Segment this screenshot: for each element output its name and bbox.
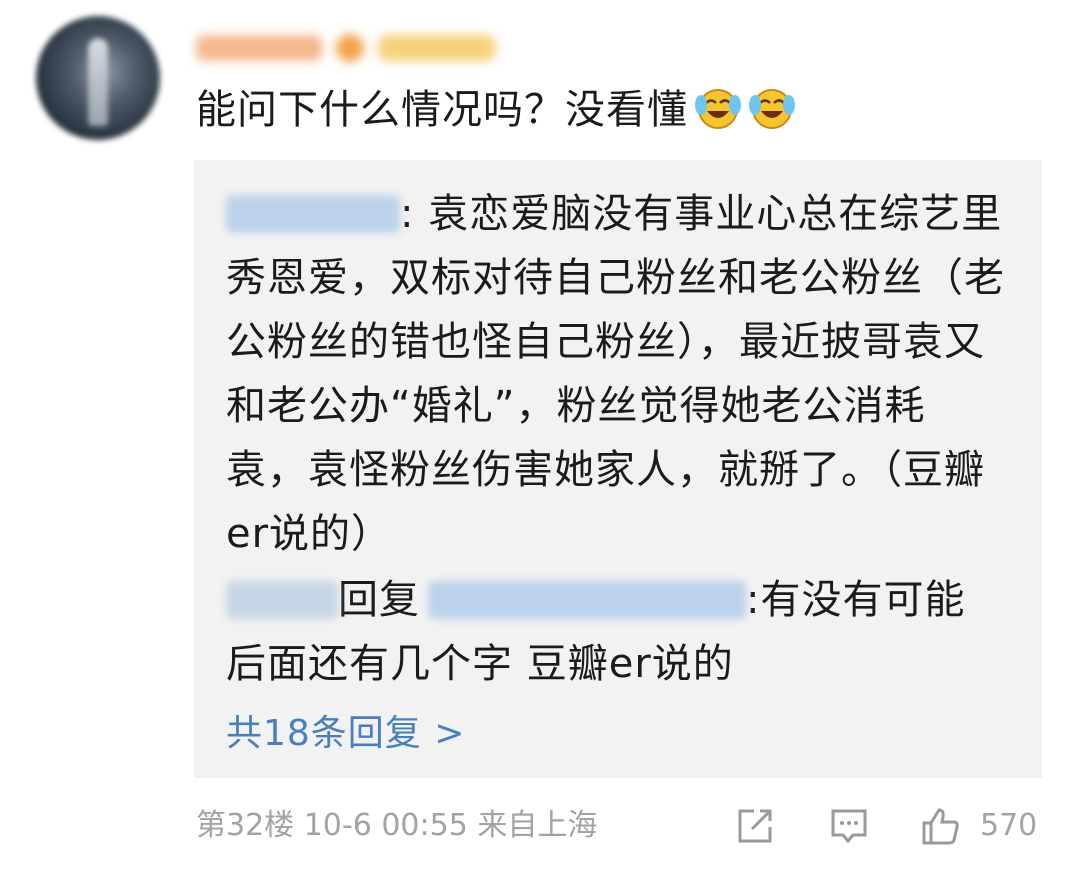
avatar[interactable] (36, 16, 160, 140)
laughing-crying-emoji (749, 89, 795, 129)
like-count: 570 (980, 808, 1038, 843)
reply-target-blurred[interactable] (428, 581, 746, 619)
thumbs-up-icon[interactable] (920, 805, 962, 847)
comment-icon[interactable] (828, 805, 870, 847)
avatar-figure (88, 38, 108, 126)
reply-author-blurred[interactable] (226, 581, 338, 619)
reply-word: 回复 (338, 577, 420, 623)
comment-text: 能问下什么情况吗？没看懂 (196, 80, 796, 140)
comment-meta: 第32楼 10-6 00:55 来自上海 (196, 808, 598, 843)
sub-reply-1-text: : 袁恋爱脑没有事业心总在综艺里秀恩爱，双标对待自己粉丝和老公粉丝（老公粉丝的错… (226, 191, 1005, 557)
sub-reply-1[interactable]: : 袁恋爱脑没有事业心总在综艺里秀恩爱，双标对待自己粉丝和老公粉丝（老公粉丝的错… (226, 182, 1006, 566)
view-all-replies-link[interactable]: 共18条回复 > (226, 708, 465, 760)
sub-replies-box[interactable]: : 袁恋爱脑没有事业心总在综艺里秀恩爱，双标对待自己粉丝和老公粉丝（老公粉丝的错… (194, 160, 1042, 778)
badge-icon (336, 34, 364, 62)
comment-body: 能问下什么情况吗？没看懂 (196, 87, 688, 133)
sub-reply-2[interactable]: 回复:有没有可能后面还有几个字 豆瓣er说的 (226, 568, 1006, 696)
username-block (196, 35, 322, 61)
reply-author-blurred[interactable] (226, 195, 400, 233)
fan-badge (378, 35, 496, 61)
share-icon[interactable] (734, 805, 776, 847)
laughing-crying-emoji (695, 89, 741, 129)
username-blurred[interactable] (196, 28, 496, 68)
